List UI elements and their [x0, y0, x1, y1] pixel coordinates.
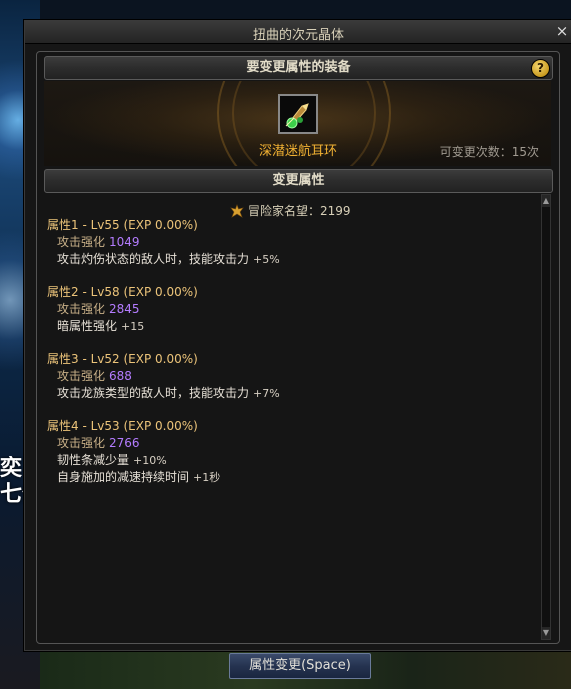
- attribute-block-1: 属性1 - Lv55 (EXP 0.00%) 攻击强化 1049 攻击灼伤状态的敌…: [47, 217, 280, 268]
- attack-boost-value: 688: [109, 369, 132, 383]
- attack-boost-value: 2766: [109, 436, 140, 450]
- attack-boost-label: 攻击强化: [57, 302, 106, 316]
- attack-boost-label: 攻击强化: [57, 235, 106, 249]
- attribute-scrollbar[interactable]: ▲ ▼: [541, 194, 551, 640]
- attribute-effect: 攻击龙族类型的敌人时，技能攻击力: [57, 386, 250, 400]
- attribute-effect-line: 韧性条减少量 +10%: [47, 452, 220, 469]
- attribute-list: 冒险家名望：2199 属性1 - Lv55 (EXP 0.00%) 攻击强化 10…: [44, 194, 538, 642]
- attribute-block-4: 属性4 - Lv53 (EXP 0.00%) 攻击强化 2766 韧性条减少量 +1…: [47, 418, 220, 486]
- attr-section-header: 变更属性: [44, 169, 553, 193]
- attribute-block-3: 属性3 - Lv52 (EXP 0.00%) 攻击强化 688 攻击龙族类型的敌人…: [47, 351, 280, 402]
- attribute-bonus: +10%: [133, 454, 167, 467]
- attribute-effect: 攻击灼伤状态的敌人时，技能攻击力: [57, 252, 250, 266]
- attribute-bonus: +1秒: [193, 471, 221, 484]
- content-frame: 要变更属性的装备 ? 深潜迷航耳环 可变更次数：15次 变更属性 冒险家名望：2…: [36, 51, 560, 644]
- attribute-effect-line: 暗属性强化 +15: [47, 318, 198, 335]
- item-name: 深潜迷航耳环: [258, 144, 337, 159]
- help-icon[interactable]: ?: [531, 59, 550, 78]
- equip-section-title: 要变更属性的装备: [246, 60, 351, 75]
- attack-boost-label: 攻击强化: [57, 369, 106, 383]
- attack-boost-line: 攻击强化 688: [47, 368, 280, 385]
- attribute-title: 属性3 - Lv52 (EXP 0.00%): [47, 352, 198, 366]
- attack-boost-line: 攻击强化 1049: [47, 234, 280, 251]
- attribute-bonus: +15: [121, 320, 145, 333]
- title-bar[interactable]: 扭曲的次元晶体 ×: [25, 21, 571, 44]
- attack-boost-line: 攻击强化 2845: [47, 301, 198, 318]
- attribute-effect-line: 攻击灼伤状态的敌人时，技能攻击力 +5%: [47, 251, 280, 268]
- attribute-title: 属性2 - Lv58 (EXP 0.00%): [47, 285, 198, 299]
- window-title: 扭曲的次元晶体: [252, 28, 344, 43]
- crystal-dialog: 扭曲的次元晶体 × 要变更属性的装备 ? 深潜迷航耳环 可变更次数：15次 变更…: [24, 20, 571, 651]
- attribute-bonus: +5%: [253, 253, 280, 266]
- attr-section-title: 变更属性: [272, 173, 325, 188]
- attribute-title: 属性1 - Lv55 (EXP 0.00%): [47, 218, 198, 232]
- attack-boost-line: 攻击强化 2766: [47, 435, 220, 452]
- attribute-effect: 韧性条减少量: [57, 453, 130, 467]
- attribute-effect-line-2: 自身施加的减速持续时间 +1秒: [47, 469, 220, 486]
- item-slot[interactable]: [278, 94, 318, 134]
- reputation-text: 冒险家名望：2199: [248, 204, 351, 218]
- scroll-down-button[interactable]: ▼: [542, 627, 550, 639]
- earring-icon: [280, 96, 316, 132]
- attribute-effect-line: 攻击龙族类型的敌人时，技能攻击力 +7%: [47, 385, 280, 402]
- equipment-panel: 深潜迷航耳环 可变更次数：15次: [44, 81, 551, 166]
- scroll-up-button[interactable]: ▲: [542, 195, 550, 207]
- attribute-effect: 自身施加的减速持续时间: [57, 470, 190, 484]
- attack-boost-value: 1049: [109, 235, 140, 249]
- close-button[interactable]: ×: [554, 23, 570, 39]
- change-attribute-button[interactable]: 属性变更(Space): [229, 653, 371, 679]
- attribute-effect: 暗属性强化: [57, 319, 118, 333]
- change-count-text: 可变更次数：15次: [439, 145, 539, 159]
- attack-boost-label: 攻击强化: [57, 436, 106, 450]
- attribute-title: 属性4 - Lv53 (EXP 0.00%): [47, 419, 198, 433]
- attribute-block-2: 属性2 - Lv58 (EXP 0.00%) 攻击强化 2845 暗属性强化 +15: [47, 284, 198, 335]
- reputation-icon: [230, 204, 244, 218]
- attribute-bonus: +7%: [253, 387, 280, 400]
- attack-boost-value: 2845: [109, 302, 140, 316]
- equip-section-header: 要变更属性的装备 ?: [44, 56, 553, 80]
